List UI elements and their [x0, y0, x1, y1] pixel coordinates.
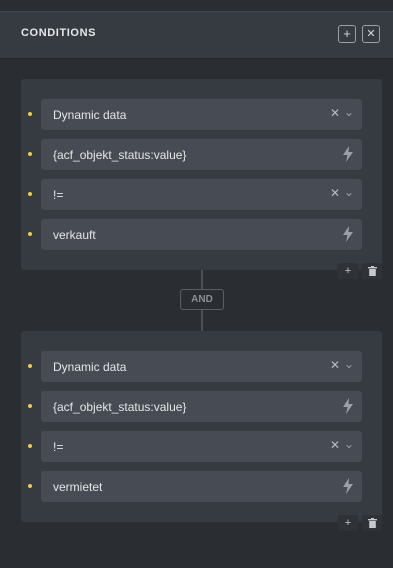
trash-icon — [367, 518, 377, 528]
delete-group-button[interactable] — [362, 263, 382, 279]
trash-icon — [367, 266, 377, 276]
condition-operator-value: != — [53, 440, 64, 454]
bullet-dot — [28, 364, 32, 368]
connector-line — [201, 310, 203, 331]
dynamic-data-bolt-icon[interactable] — [342, 146, 354, 162]
connector-line — [201, 270, 203, 289]
condition-compare-value: verkauft — [53, 228, 96, 242]
condition-operator-select[interactable]: != ✕ ⌄ — [28, 179, 362, 210]
condition-dynamic-value: {acf_objekt_status:value} — [53, 148, 187, 162]
chevron-down-icon[interactable]: ⌄ — [344, 437, 354, 451]
plus-icon: + — [343, 26, 351, 41]
clear-icon[interactable]: ✕ — [330, 438, 340, 452]
and-connector-badge[interactable]: AND — [180, 289, 224, 310]
condition-group-1: Dynamic data ✕ ⌄ {acf_objekt_status:valu… — [21, 79, 382, 270]
bullet-dot — [28, 112, 32, 116]
condition-key-value: Dynamic data — [53, 360, 127, 374]
condition-dynamic-field[interactable]: {acf_objekt_status:value} — [28, 139, 362, 170]
close-conditions-button[interactable]: ✕ — [362, 25, 380, 43]
dynamic-data-bolt-icon[interactable] — [342, 398, 354, 414]
dynamic-data-bolt-icon[interactable] — [342, 478, 354, 494]
add-condition-button[interactable]: + — [338, 263, 358, 279]
close-icon: ✕ — [366, 28, 376, 40]
add-condition-group-button[interactable]: + — [338, 25, 356, 43]
bullet-dot — [28, 192, 32, 196]
bullet-dot — [28, 484, 32, 488]
condition-compare-value: vermietet — [53, 480, 103, 494]
bullet-dot — [28, 232, 32, 236]
panel-header: CONDITIONS + ✕ — [0, 11, 393, 59]
chevron-down-icon[interactable]: ⌄ — [344, 185, 354, 199]
condition-dynamic-field[interactable]: {acf_objekt_status:value} — [28, 391, 362, 422]
clear-icon[interactable]: ✕ — [330, 106, 340, 120]
delete-group-button[interactable] — [362, 515, 382, 531]
bullet-dot — [28, 152, 32, 156]
bullet-dot — [28, 444, 32, 448]
plus-icon: + — [344, 517, 352, 529]
condition-value-field[interactable]: verkauft — [28, 219, 362, 250]
condition-group-2: Dynamic data ✕ ⌄ {acf_objekt_status:valu… — [21, 331, 382, 522]
bullet-dot — [28, 404, 32, 408]
dynamic-data-bolt-icon[interactable] — [342, 226, 354, 242]
panel-title: CONDITIONS — [21, 27, 97, 39]
plus-icon: + — [344, 265, 352, 277]
condition-operator-select[interactable]: != ✕ ⌄ — [28, 431, 362, 462]
clear-icon[interactable]: ✕ — [330, 186, 340, 200]
add-condition-button[interactable]: + — [338, 515, 358, 531]
condition-dynamic-value: {acf_objekt_status:value} — [53, 400, 187, 414]
clear-icon[interactable]: ✕ — [330, 358, 340, 372]
chevron-down-icon[interactable]: ⌄ — [344, 105, 354, 119]
condition-key-select[interactable]: Dynamic data ✕ ⌄ — [28, 351, 362, 382]
condition-key-select[interactable]: Dynamic data ✕ ⌄ — [28, 99, 362, 130]
condition-operator-value: != — [53, 188, 64, 202]
chevron-down-icon[interactable]: ⌄ — [344, 357, 354, 371]
condition-value-field[interactable]: vermietet — [28, 471, 362, 502]
conditions-panel: CONDITIONS + ✕ Dynamic data ✕ ⌄ {acf_obj… — [0, 0, 393, 568]
condition-key-value: Dynamic data — [53, 108, 127, 122]
